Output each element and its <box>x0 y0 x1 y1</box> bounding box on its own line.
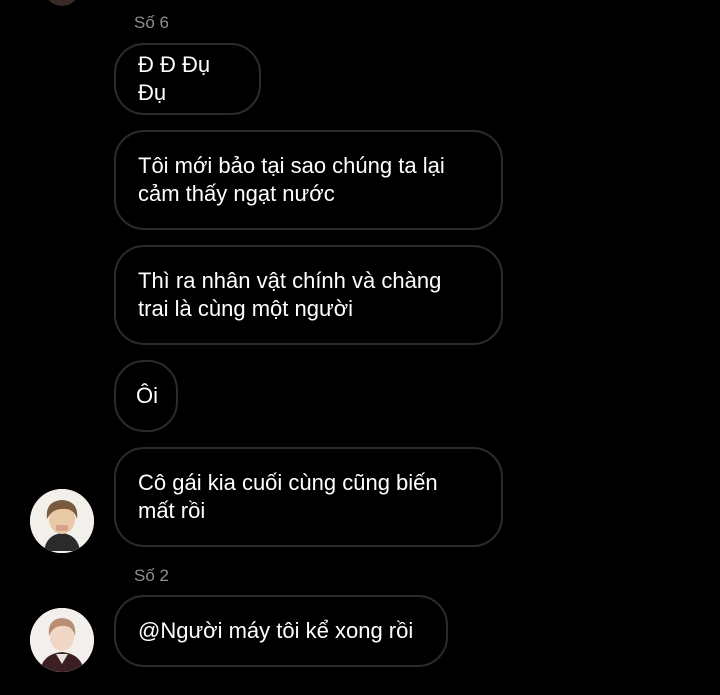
message-text: Đ Đ Đụ Đụ <box>138 52 211 105</box>
message-bubble[interactable]: @Người máy tôi kể xong rồi <box>114 595 448 667</box>
message-text: Cô gái kia cuối cùng cũng biến mất rồi <box>138 470 438 523</box>
avatar-portrait-icon <box>30 608 94 672</box>
message-bubble[interactable]: Thì ra nhân vật chính và chàng trai là c… <box>114 245 503 345</box>
message-bubble[interactable]: Ôi <box>114 360 178 432</box>
sender-avatar[interactable] <box>30 489 94 553</box>
sender-avatar[interactable] <box>30 608 94 672</box>
message-text: @Người máy tôi kể xong rồi <box>138 618 414 643</box>
avatar-partial[interactable] <box>44 0 80 6</box>
message-bubble[interactable]: Tôi mới bảo tại sao chúng ta lại cảm thấ… <box>114 130 503 230</box>
chat-conversation: Số 6 Đ Đ Đụ Đụ Tôi mới bảo tại sao chúng… <box>0 0 720 695</box>
avatar-portrait-icon <box>30 489 94 553</box>
sender-name: Số 2 <box>134 566 169 585</box>
message-bubble[interactable]: Cô gái kia cuối cùng cũng biến mất rồi <box>114 447 503 547</box>
sender-name: Số 6 <box>134 13 169 32</box>
message-text: Ôi <box>136 383 158 408</box>
message-bubble[interactable]: Đ Đ Đụ Đụ <box>114 43 261 115</box>
message-text: Thì ra nhân vật chính và chàng trai là c… <box>138 268 442 321</box>
message-text: Tôi mới bảo tại sao chúng ta lại cảm thấ… <box>138 153 445 206</box>
